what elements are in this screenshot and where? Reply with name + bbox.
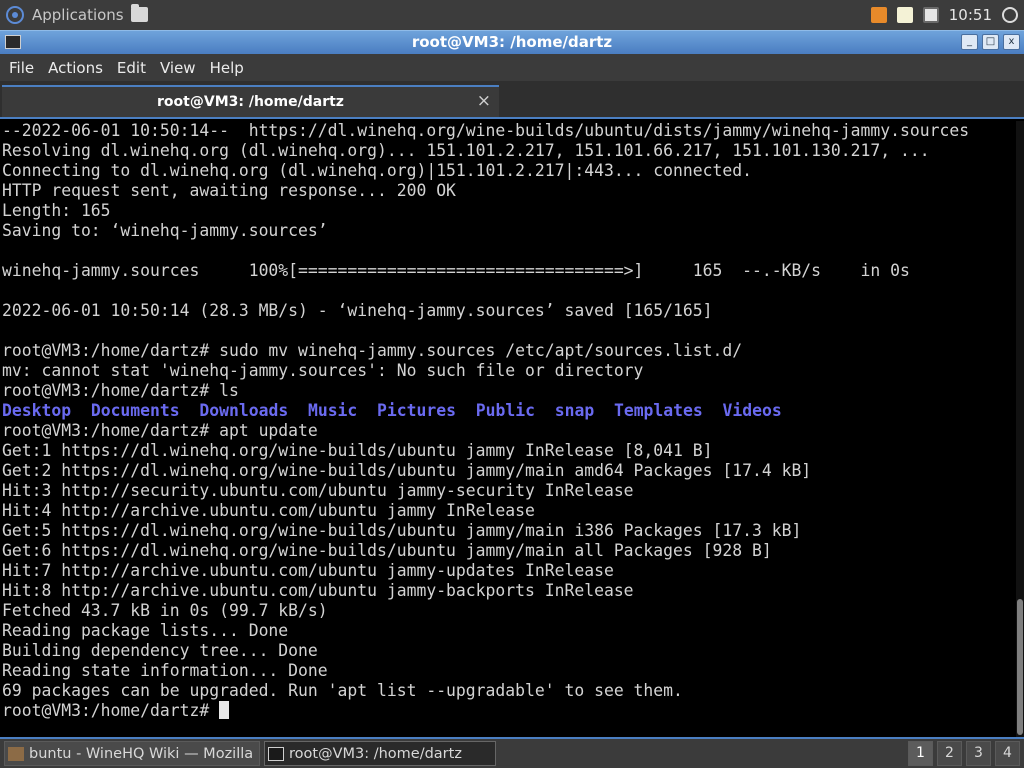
menu-view[interactable]: View bbox=[153, 59, 203, 77]
close-button[interactable]: x bbox=[1003, 34, 1020, 50]
taskbar: buntu - WineHQ Wiki — Mozilla Firefox ro… bbox=[0, 739, 1024, 768]
terminal-line: Get:6 https://dl.winehq.org/wine-builds/… bbox=[2, 541, 772, 560]
ls-dir: Videos bbox=[722, 401, 782, 420]
terminal-line: Fetched 43.7 kB in 0s (99.7 kB/s) bbox=[2, 601, 328, 620]
ls-dir: Desktop bbox=[2, 401, 72, 420]
firefox-icon bbox=[8, 746, 24, 761]
scrollbar-thumb[interactable] bbox=[1017, 599, 1023, 735]
terminal-line: root@VM3:/home/dartz# apt update bbox=[2, 421, 318, 440]
minimize-button[interactable]: _ bbox=[961, 34, 978, 50]
tab-bar: root@VM3: /home/dartz × bbox=[0, 81, 1024, 119]
clock[interactable]: 10:51 bbox=[949, 6, 992, 24]
terminal-line: Get:5 https://dl.winehq.org/wine-builds/… bbox=[2, 521, 802, 540]
terminal-line: root@VM3:/home/dartz# ls bbox=[2, 381, 239, 400]
xfce-logo-icon bbox=[6, 6, 24, 24]
terminal-line: HTTP request sent, awaiting response... … bbox=[2, 181, 456, 200]
text-cursor bbox=[219, 701, 230, 719]
power-icon[interactable] bbox=[1002, 7, 1018, 23]
prompt-line[interactable]: root@VM3:/home/dartz# bbox=[2, 701, 1016, 721]
terminal-line: Resolving dl.winehq.org (dl.winehq.org).… bbox=[2, 141, 930, 160]
terminal-line: Connecting to dl.winehq.org (dl.winehq.o… bbox=[2, 161, 752, 180]
menu-file[interactable]: File bbox=[2, 59, 41, 77]
terminal-line: Hit:7 http://archive.ubuntu.com/ubuntu j… bbox=[2, 561, 614, 580]
terminal-icon bbox=[268, 746, 284, 761]
workspace-switcher: 1 2 3 4 bbox=[908, 741, 1020, 766]
terminal-line: Saving to: ‘winehq-jammy.sources’ bbox=[2, 221, 328, 240]
terminal-scrollbar[interactable] bbox=[1016, 121, 1024, 737]
shell-prompt: root@VM3:/home/dartz# bbox=[2, 701, 220, 720]
ls-dir: Pictures bbox=[377, 401, 456, 420]
terminal-line: Length: 165 bbox=[2, 201, 111, 220]
workspace-3[interactable]: 3 bbox=[966, 741, 991, 766]
terminal-line: mv: cannot stat 'winehq-jammy.sources': … bbox=[2, 361, 644, 380]
applications-label: Applications bbox=[32, 6, 124, 24]
terminal-output[interactable]: --2022-06-01 10:50:14-- https://dl.wineh… bbox=[0, 121, 1016, 737]
ls-dir: Public bbox=[475, 401, 535, 420]
task-label: root@VM3: /home/dartz bbox=[289, 745, 462, 762]
window-title: root@VM3: /home/dartz bbox=[411, 33, 613, 51]
terminal-line: Hit:3 http://security.ubuntu.com/ubuntu … bbox=[2, 481, 634, 500]
task-terminal[interactable]: root@VM3: /home/dartz bbox=[264, 741, 496, 766]
menu-help[interactable]: Help bbox=[203, 59, 251, 77]
tab-terminal[interactable]: root@VM3: /home/dartz × bbox=[2, 85, 499, 117]
ls-dir: Documents bbox=[90, 401, 180, 420]
task-firefox[interactable]: buntu - WineHQ Wiki — Mozilla Firefox bbox=[4, 741, 260, 766]
top-panel: Applications 10:51 bbox=[0, 0, 1024, 30]
terminal-line: Reading package lists... Done bbox=[2, 621, 289, 640]
menu-actions[interactable]: Actions bbox=[41, 59, 110, 77]
ls-dir: snap bbox=[554, 401, 595, 420]
ls-dir: Downloads bbox=[199, 401, 289, 420]
terminal-line: Hit:8 http://archive.ubuntu.com/ubuntu j… bbox=[2, 581, 634, 600]
terminal-line: 2022-06-01 10:50:14 (28.3 MB/s) - ‘wineh… bbox=[2, 301, 713, 320]
terminal-line: root@VM3:/home/dartz# sudo mv winehq-jam… bbox=[2, 341, 743, 360]
network-icon[interactable] bbox=[870, 7, 887, 23]
ls-output-line: Desktop Documents Downloads Music Pictur… bbox=[2, 401, 1016, 421]
ls-dir: Music bbox=[307, 401, 358, 420]
task-label: buntu - WineHQ Wiki — Mozilla Firefox bbox=[29, 745, 259, 762]
window-titlebar[interactable]: root@VM3: /home/dartz _ □ x bbox=[0, 30, 1024, 54]
workspace-4[interactable]: 4 bbox=[995, 741, 1020, 766]
tab-label: root@VM3: /home/dartz bbox=[157, 94, 344, 110]
notes-icon[interactable] bbox=[896, 7, 913, 23]
terminal-line: Building dependency tree... Done bbox=[2, 641, 318, 660]
menu-edit[interactable]: Edit bbox=[110, 59, 153, 77]
terminal-line: Get:1 https://dl.winehq.org/wine-builds/… bbox=[2, 441, 713, 460]
folder-icon[interactable] bbox=[131, 4, 148, 22]
menu-bar: File Actions Edit View Help bbox=[0, 54, 1024, 81]
terminal-line: --2022-06-01 10:50:14-- https://dl.wineh… bbox=[2, 121, 970, 140]
terminal-line: 69 packages can be upgraded. Run 'apt li… bbox=[2, 681, 683, 700]
system-tray: 10:51 bbox=[870, 0, 1018, 30]
window-buttons: _ □ x bbox=[961, 34, 1020, 50]
workspace-1[interactable]: 1 bbox=[908, 741, 933, 766]
workspace-2[interactable]: 2 bbox=[937, 741, 962, 766]
terminal-line: winehq-jammy.sources 100%[==============… bbox=[2, 261, 910, 280]
tab-close-icon[interactable]: × bbox=[477, 91, 491, 111]
maximize-button[interactable]: □ bbox=[982, 34, 999, 50]
terminal-line: Reading state information... Done bbox=[2, 661, 328, 680]
display-icon[interactable] bbox=[922, 7, 939, 23]
terminal-line: Hit:4 http://archive.ubuntu.com/ubuntu j… bbox=[2, 501, 535, 520]
applications-menu[interactable]: Applications bbox=[6, 0, 124, 30]
terminal-line: Get:2 https://dl.winehq.org/wine-builds/… bbox=[2, 461, 812, 480]
ls-dir: Templates bbox=[613, 401, 703, 420]
